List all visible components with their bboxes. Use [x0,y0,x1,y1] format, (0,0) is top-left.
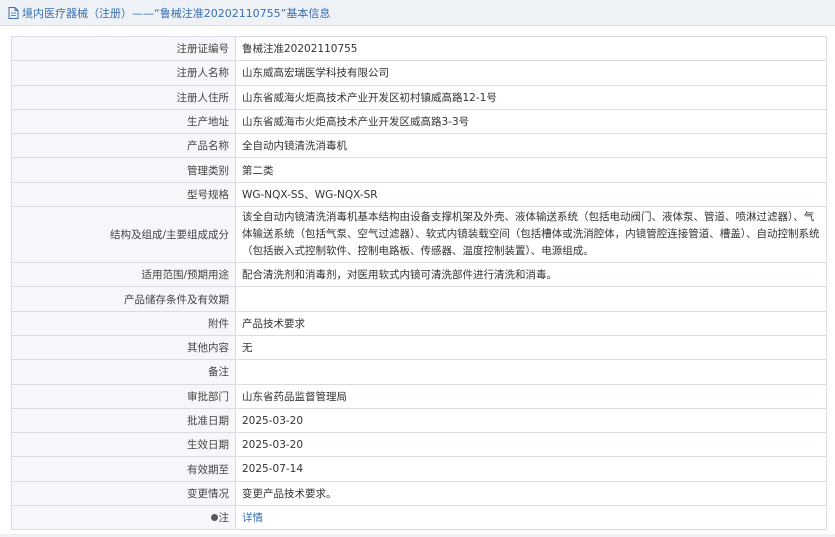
table-row: 其他内容无 [11,334,827,361]
table-row: 有效期至 2025-07-14 [11,456,827,482]
table-row: 审批部门 山东省药品监督管理局 [11,383,827,409]
row-label: 有效期至 [11,456,236,482]
row-value: 山东省威海火炬高技术产业开发区初村镇威高路12-1号 [235,84,827,110]
row-label: 变更情况 [11,480,236,507]
row-label: 管理类别 [11,157,236,183]
row-value: 2025-03-20 [235,407,827,434]
row-value: 山东威高宏瑞医学科技有限公司 [235,60,827,86]
row-label-note: 注 [11,505,236,531]
table-row: 批准日期 2025-03-20 [11,407,827,434]
row-value: 山东省药品监督管理局 [235,383,827,409]
detail-link[interactable]: 详情 [242,512,263,524]
pin-icon [210,514,218,522]
row-label: 附件 [11,310,236,336]
row-label: 批准日期 [11,407,236,434]
row-value: 配合清洗剂和消毒剂，对医用软式内镜可清洗部件进行清洗和消毒。 [235,262,827,288]
row-label: 产品储存条件及有效期 [11,286,236,312]
table-row: 型号规格 WG-NQX-SS、WG-NQX-SR [11,181,827,208]
note-row: 注 详情 [11,505,827,531]
row-value: 变更产品技术要求。 [235,480,827,507]
row-value: 鲁械注准20202110755 [235,35,827,62]
row-label: 生效日期 [11,432,236,458]
table-row: 产品储存条件及有效期 [11,286,827,312]
row-label: 适用范围/预期用途 [11,262,236,288]
row-label: 注册人名称 [11,60,236,86]
row-value: 该全自动内镜清洗消毒机基本结构由设备支撑机架及外壳、液体输送系统（包括电动阀门、… [235,206,827,264]
row-label: 其他内容 [11,334,236,361]
row-label: 注册证编号 [11,35,236,62]
row-label: 备注 [11,359,236,385]
device-info-table: 注册证编号 鲁械注准20202110755 注册人名称 山东威高宏瑞医学科技有限公司注… [11,35,827,531]
row-label: 型号规格 [11,181,236,208]
row-value: 山东省威海市火炬高技术产业开发区威高路3-3号 [235,108,827,135]
row-label: 生产地址 [11,108,236,135]
row-label: 注册人住所 [11,84,236,110]
table-row: 注册证编号 鲁械注准20202110755 [11,35,827,62]
table-row: 适用范围/预期用途 配合清洗剂和消毒剂，对医用软式内镜可清洗部件进行清洗和消毒。 [11,262,827,288]
table-row: 管理类别 第二类 [11,157,827,183]
row-value: 全自动内镜清洗消毒机 [235,133,827,159]
row-value: 产品技术要求 [235,310,827,336]
document-icon [8,6,19,19]
row-label: 结构及组成/主要组成成分 [11,206,236,264]
table-row: 注册人住所 山东省威海火炬高技术产业开发区初村镇威高路12-1号 [11,84,827,110]
row-value: 2025-07-14 [235,456,827,482]
row-value: WG-NQX-SS、WG-NQX-SR [235,181,827,208]
note-label: 注 [218,512,230,525]
table-row: 产品名称 全自动内镜清洗消毒机 [11,133,827,159]
row-value-note: 详情 [235,505,827,531]
table-row: 生产地址 山东省威海市火炬高技术产业开发区威高路3-3号 [11,108,827,135]
table-row: 备注 [11,359,827,385]
row-value [235,359,827,385]
row-label: 审批部门 [11,383,236,409]
table-row: 生效日期 2025-03-20 [11,432,827,458]
page-title: 境内医疗器械（注册）——“鲁械注准20202110755”基本信息 [22,6,331,20]
table-row: 变更情况 变更产品技术要求。 [11,480,827,507]
table-row: 注册人名称 山东威高宏瑞医学科技有限公司 [11,60,827,86]
table-row: 附件 产品技术要求 [11,310,827,336]
row-label: 产品名称 [11,133,236,159]
page-title-bar: 境内医疗器械（注册）——“鲁械注准20202110755”基本信息 [0,0,835,26]
row-value: 2025-03-20 [235,432,827,458]
row-value: 无 [235,334,827,361]
row-value [235,286,827,312]
table-row: 结构及组成/主要组成成分 该全自动内镜清洗消毒机基本结构由设备支撑机架及外壳、液体… [11,206,827,264]
row-value: 第二类 [235,157,827,183]
